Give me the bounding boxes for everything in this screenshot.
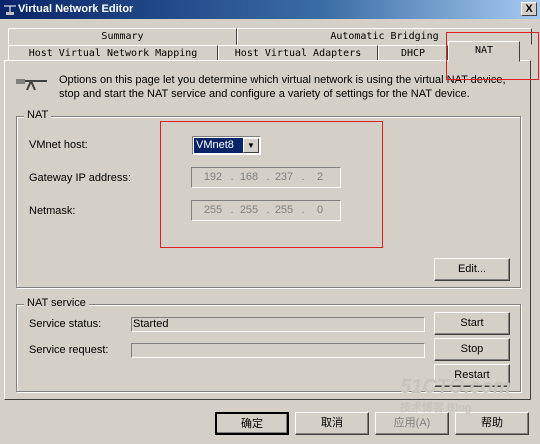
service-request-label: Service request: — [29, 344, 109, 356]
title-bar: Virtual Network Editor X — [0, 0, 540, 19]
edit-button[interactable]: Edit... — [434, 258, 510, 281]
annotation-highlight-settings — [160, 121, 383, 248]
service-status-field: Started — [131, 317, 425, 332]
close-button[interactable]: X — [521, 2, 537, 16]
cancel-button[interactable]: 取消 — [295, 412, 369, 435]
network-plug-icon — [16, 79, 47, 91]
tab-host-virtual-adapters[interactable]: Host Virtual Adapters — [218, 45, 378, 61]
watermark-line2: 技术博客 Blog — [400, 402, 472, 414]
service-request-field — [131, 343, 425, 358]
nat-service-group-title: NAT service — [24, 297, 89, 309]
help-button[interactable]: 帮助 — [455, 412, 529, 435]
gateway-ip-label: Gateway IP address: — [29, 172, 131, 184]
ok-button[interactable]: 确定 — [215, 412, 289, 435]
tab-summary[interactable]: Summary — [8, 28, 237, 45]
start-button[interactable]: Start — [434, 312, 510, 335]
network-icon — [4, 5, 16, 15]
service-status-label: Service status: — [29, 318, 102, 330]
netmask-label: Netmask: — [29, 205, 76, 217]
tab-dhcp[interactable]: DHCP — [378, 45, 448, 61]
stop-button[interactable]: Stop — [434, 338, 510, 361]
apply-button[interactable]: 应用(A) — [375, 412, 449, 435]
window-title: Virtual Network Editor — [18, 3, 134, 15]
service-status-value: Started — [133, 318, 169, 330]
watermark: 51CTO.com 技术博客 Blog — [400, 376, 511, 415]
vmnet-host-label: VMnet host: — [29, 139, 88, 151]
nat-group-title: NAT — [24, 109, 52, 121]
tab-nat[interactable]: NAT — [448, 41, 520, 62]
watermark-line1: 51CTO.com — [400, 376, 511, 398]
tab-host-virtual-network-mapping[interactable]: Host Virtual Network Mapping — [8, 45, 218, 61]
